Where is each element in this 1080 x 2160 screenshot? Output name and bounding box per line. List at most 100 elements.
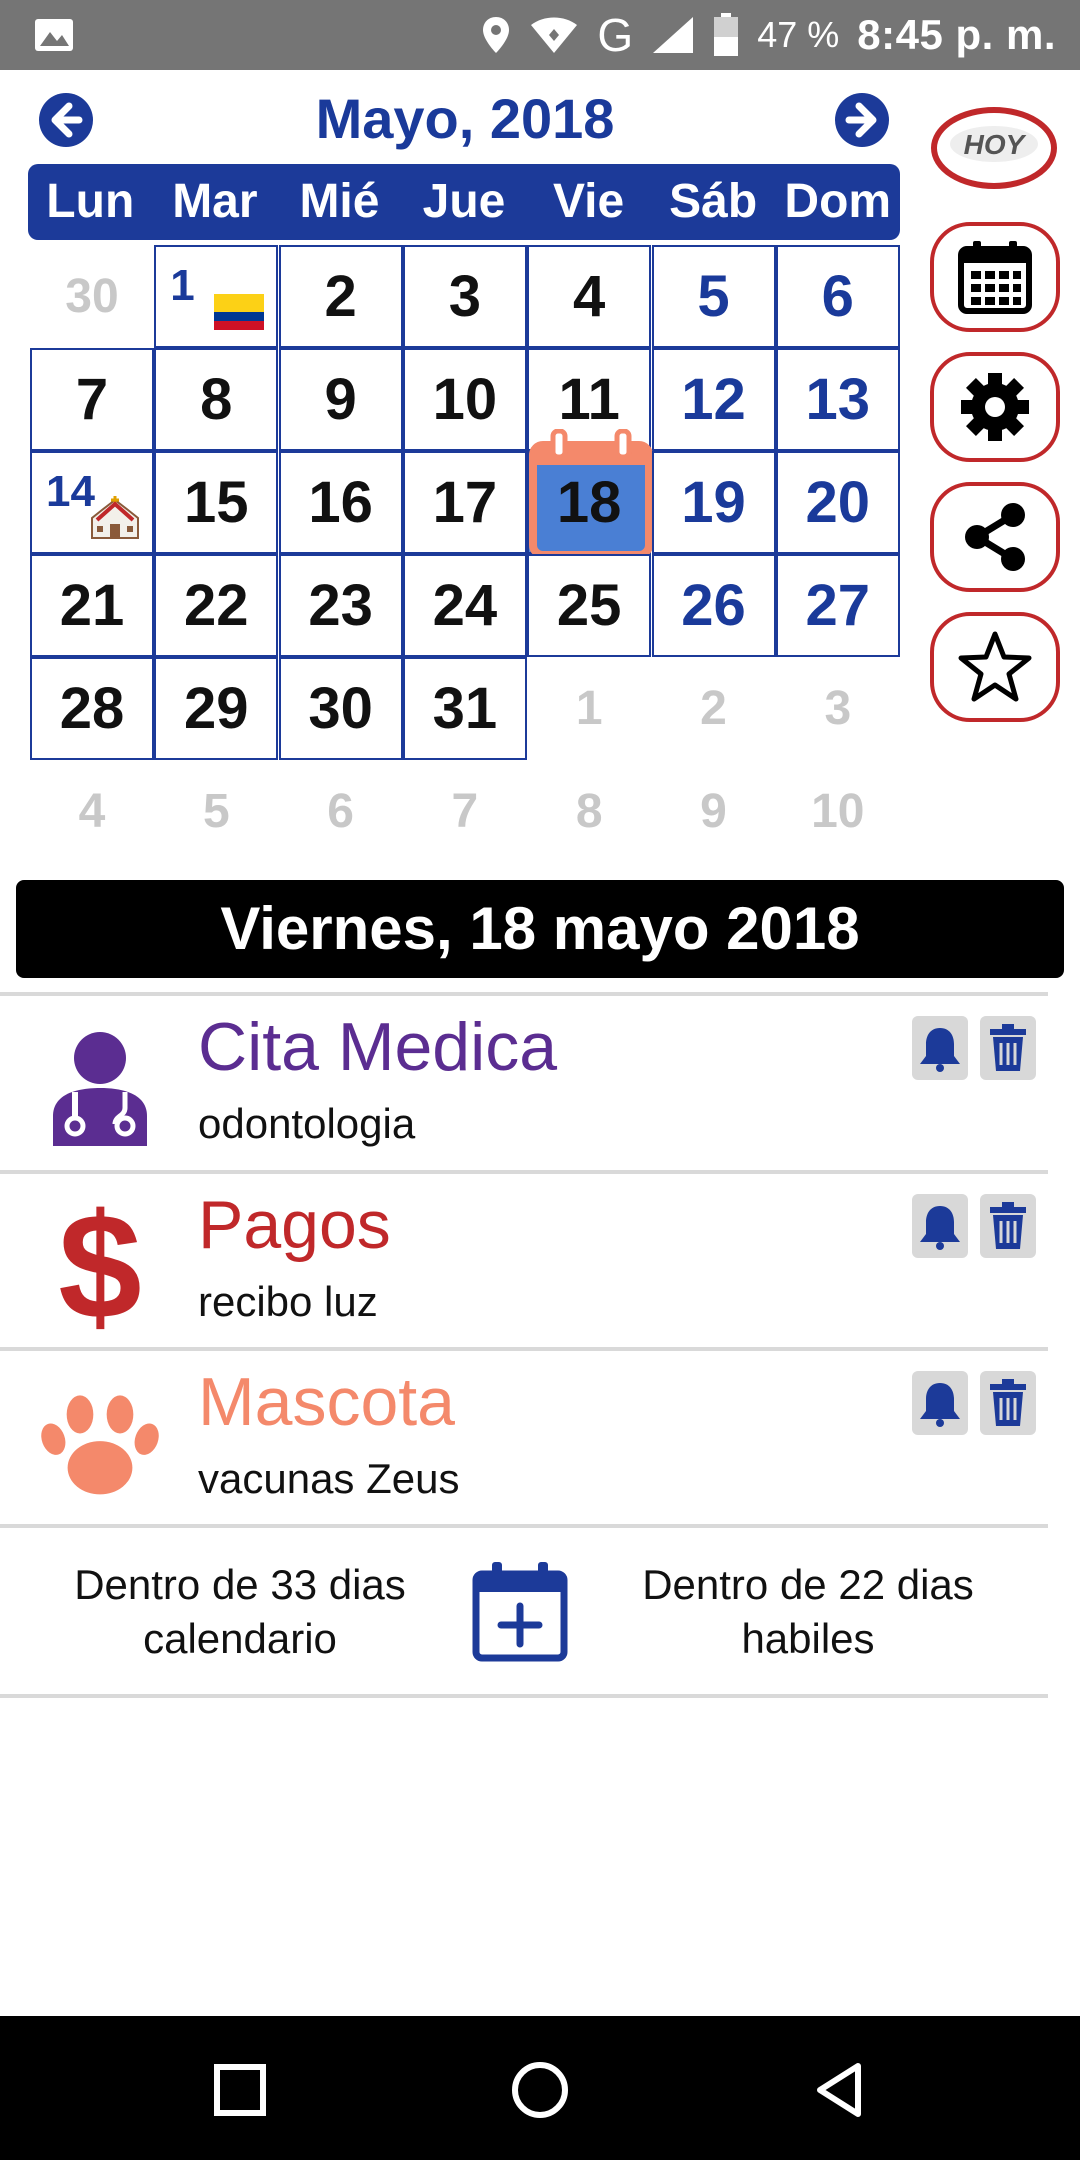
alarm-button[interactable] (912, 1016, 968, 1080)
trash-icon (990, 1024, 1026, 1071)
calendar-day-cell[interactable]: 14 (30, 451, 154, 554)
business-days-line2: habiles (741, 1615, 875, 1662)
weekday-label: Mar (172, 175, 258, 228)
calendar-day-cell[interactable]: 30 (278, 657, 403, 760)
calendar-day-cell[interactable]: 30 (30, 245, 154, 348)
favorites-button[interactable] (930, 612, 1060, 722)
event-item[interactable]: Mascota vacunas Zeus (0, 1353, 1048, 1523)
alarm-button[interactable] (912, 1194, 968, 1258)
calendar-day-cell[interactable]: 31 (402, 657, 527, 760)
back-icon[interactable] (808, 2058, 872, 2122)
event-item[interactable]: Cita Medica odontologia (0, 998, 1048, 1168)
gallery-icon (35, 19, 73, 51)
calendar-day-cell[interactable]: 1 (154, 245, 279, 348)
calendar-day-cell[interactable]: 9 (652, 760, 776, 863)
calendar-day-cell[interactable]: 9 (278, 348, 403, 451)
recent-apps-icon[interactable] (208, 2058, 272, 2122)
weekday-label: Mié (299, 175, 380, 228)
paw-icon (40, 1383, 160, 1503)
svg-text:$: $ (58, 1196, 141, 1336)
calendar-days-line1: Dentro de 33 dias (74, 1561, 406, 1608)
weekday-label: Jue (422, 175, 506, 228)
calendar-day-cell[interactable]: 24 (402, 554, 527, 657)
calendar-day-cell[interactable]: 8 (154, 348, 279, 451)
calendar-day-cell[interactable]: 11 (527, 348, 652, 451)
doctor-icon (40, 1028, 160, 1148)
calendar-day-cell[interactable]: 7 (403, 760, 527, 863)
event-title: Mascota (198, 1364, 455, 1440)
calendar-day-cell[interactable]: 21 (30, 554, 154, 657)
divider (0, 992, 1048, 996)
church-icon (91, 496, 139, 539)
calendar-day-cell[interactable]: 19 (651, 451, 776, 554)
calendar-day-cell[interactable]: 28 (30, 657, 154, 760)
previous-month-button[interactable] (38, 92, 94, 148)
calendar-day-cell[interactable]: 3 (402, 245, 527, 348)
calendar-day-cell[interactable]: 15 (154, 451, 279, 554)
wifi-icon (531, 17, 578, 53)
weekday-label: Lun (46, 175, 135, 228)
calendar-day-cell[interactable]: 4 (527, 245, 652, 348)
calendar-day-cell[interactable]: 2 (278, 245, 403, 348)
calendar-day-cell[interactable]: 10 (402, 348, 527, 451)
next-month-button[interactable] (834, 92, 890, 148)
weekday-header: Lun Mar Mié Jue Vie Sáb Dom (28, 164, 900, 240)
calendar-day-cell[interactable]: 7 (30, 348, 154, 451)
calendar-days-counter: Dentro de 33 dias calendario (30, 1558, 450, 1666)
calendar-day-cell[interactable]: 1 (527, 657, 651, 760)
delete-button[interactable] (980, 1016, 1036, 1080)
calendar-day-cell[interactable]: 18 (527, 429, 654, 559)
calendar-day-cell[interactable]: 5 (651, 245, 776, 348)
calendar-day-cell[interactable]: 6 (279, 760, 403, 863)
alarm-button[interactable] (912, 1371, 968, 1435)
divider (0, 1694, 1048, 1698)
calendar-day-cell[interactable]: 8 (527, 760, 651, 863)
calendar-day-cell[interactable]: 23 (278, 554, 403, 657)
selected-date-bar: Viernes, 18 mayo 2018 (16, 880, 1064, 978)
delete-button[interactable] (980, 1371, 1036, 1435)
today-button[interactable]: HOY (930, 104, 1058, 192)
battery-percent: 47 % (757, 14, 840, 55)
add-event-button[interactable] (470, 1560, 570, 1664)
today-button-label: HOY (964, 129, 1027, 160)
calendar-day-cell[interactable]: 20 (775, 451, 900, 554)
calendar-day-cell[interactable]: 6 (775, 245, 900, 348)
settings-button[interactable] (930, 352, 1060, 462)
calendar-day-cell[interactable]: 2 (652, 657, 776, 760)
calendar-day-cell[interactable]: 5 (154, 760, 278, 863)
trash-icon (990, 1202, 1026, 1249)
clock: 8:45 p. m. (857, 11, 1056, 58)
calendar-day-cell[interactable]: 12 (651, 348, 776, 451)
delete-button[interactable] (980, 1194, 1036, 1258)
weekday-label: Dom (784, 175, 892, 228)
calendar-day-cell[interactable]: 16 (278, 451, 403, 554)
calendar-day-cell[interactable]: 17 (402, 451, 527, 554)
weekday-label: Vie (553, 175, 625, 228)
calendar-icon (958, 241, 1032, 314)
month-title: Mayo, 2018 (315, 87, 615, 150)
calendar-day-cell[interactable]: 22 (154, 554, 279, 657)
calendar-day-cell[interactable]: 10 (776, 760, 900, 863)
event-item[interactable]: $ Pagos recibo luz (0, 1176, 1048, 1346)
divider (0, 1170, 1048, 1174)
month-view-button[interactable] (930, 222, 1060, 332)
home-icon[interactable] (508, 2058, 572, 2122)
status-bar: G 47 % 8:45 p. m. (0, 0, 1080, 70)
calendar-day-cell[interactable]: 25 (527, 554, 652, 657)
business-days-line1: Dentro de 22 dias (642, 1561, 974, 1608)
dollar-icon: $ (40, 1196, 160, 1336)
event-subtitle: vacunas Zeus (198, 1455, 460, 1502)
navigation-bar (0, 2016, 1080, 2160)
calendar-day-cell[interactable]: 29 (154, 657, 279, 760)
calendar-day-cell[interactable]: 4 (30, 760, 154, 863)
share-button[interactable] (930, 482, 1060, 592)
calendar-day-cell[interactable]: 13 (775, 348, 900, 451)
calendar-days-line2: calendario (143, 1615, 337, 1662)
calendar-day-cell[interactable]: 26 (651, 554, 776, 657)
weekday-label: Sáb (669, 175, 758, 228)
location-icon (483, 17, 510, 53)
bell-icon (920, 1028, 960, 1072)
calendar-day-cell[interactable]: 3 (776, 657, 900, 760)
star-icon (958, 631, 1032, 702)
calendar-day-cell[interactable]: 27 (775, 554, 900, 657)
